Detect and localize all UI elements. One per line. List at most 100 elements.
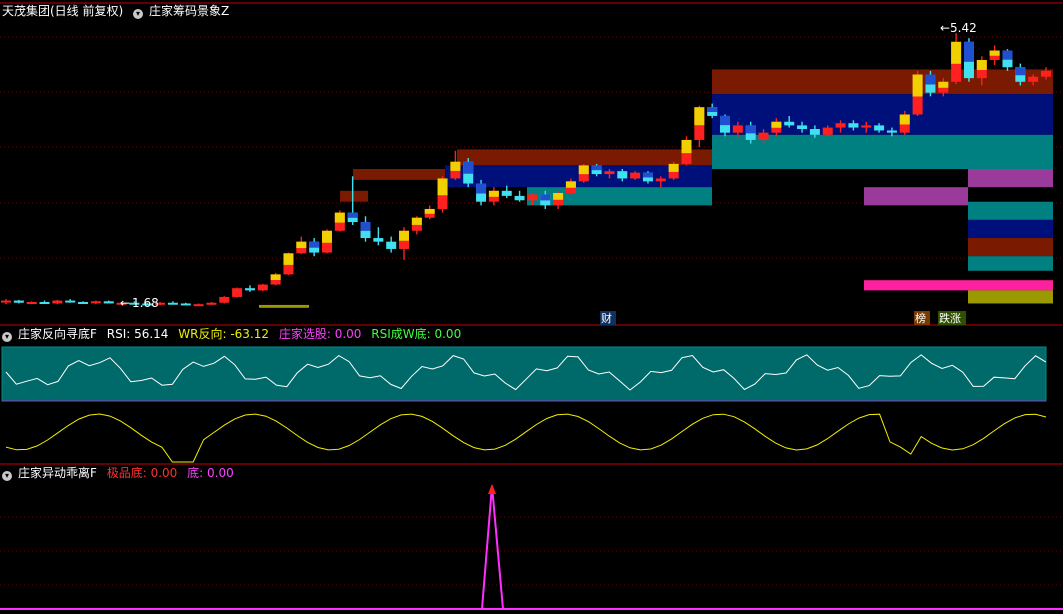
candle-highlight — [553, 192, 564, 200]
candle-highlight — [578, 165, 589, 175]
candle-highlight — [540, 194, 551, 201]
candle-body — [835, 123, 846, 128]
candle-highlight — [360, 222, 371, 231]
candle-highlight — [450, 161, 461, 171]
wr-value: WR反向: -63.12 — [178, 327, 270, 341]
rsi-value: RSI: 56.14 — [106, 327, 169, 341]
candle-body — [167, 302, 178, 305]
candle-body — [219, 296, 230, 303]
candle-highlight — [899, 114, 910, 125]
candle-body — [501, 190, 512, 196]
chip-zone-magenta — [864, 280, 1053, 291]
candle-body — [797, 125, 808, 130]
candle-body — [39, 302, 50, 305]
indicator-menu-icon[interactable]: ▾ — [2, 332, 12, 342]
candle-body — [886, 130, 897, 133]
tag-bang: 榜 — [915, 311, 926, 325]
chip-zone-olive — [259, 304, 309, 308]
price-low-arrow: ← — [120, 296, 130, 310]
candle-body — [90, 301, 101, 304]
candle-body — [78, 302, 89, 305]
candle-highlight — [411, 217, 422, 225]
wr-line — [5, 413, 1047, 463]
candle-body — [861, 125, 872, 128]
candle-body — [617, 171, 628, 179]
candle-body — [26, 302, 37, 305]
jpd-value: 极品底: 0.00 — [106, 466, 178, 480]
candle-highlight — [347, 212, 358, 218]
candle-highlight — [488, 190, 499, 197]
deviation-indicator-name[interactable]: 庄家异动乖离F — [18, 466, 97, 480]
rsi-panel-header: ▾ 庄家反向寻底F RSI: 56.14 WR反向: -63.12 庄家选股: 0… — [2, 325, 467, 343]
indicator-menu-icon[interactable]: ▾ — [133, 9, 144, 19]
rsi-panel-plot — [1, 346, 1047, 463]
candle-highlight — [925, 74, 936, 85]
candle-highlight — [1002, 50, 1013, 60]
indicator-menu-icon[interactable]: ▾ — [2, 471, 12, 481]
candle-highlight — [424, 208, 435, 214]
candle-body — [758, 132, 769, 140]
spike-arrow — [488, 484, 496, 494]
candle-body — [206, 302, 217, 305]
stock-title: 天茂集团(日线 前复权) — [2, 4, 124, 18]
candle-highlight — [989, 50, 1000, 56]
candle-body — [13, 300, 24, 303]
candle-highlight — [565, 181, 576, 188]
candle-body — [244, 288, 255, 291]
candle-highlight — [437, 178, 448, 196]
candle-body — [103, 301, 114, 304]
candle-highlight — [912, 74, 923, 97]
deviation-panel-plot — [0, 484, 1063, 610]
candle-body — [373, 238, 384, 242]
candle-body — [848, 123, 859, 128]
candle-body — [65, 300, 76, 303]
candle-highlight — [321, 230, 332, 243]
candle-highlight — [642, 172, 653, 178]
chart-canvas: 5.42 ← 1.68 ← 财 榜 跌涨 — [0, 2, 1063, 610]
rsi-band — [1, 346, 1047, 402]
candle-highlight — [951, 41, 962, 64]
candle-highlight — [296, 241, 307, 249]
price-low-label: 1.68 — [132, 296, 159, 310]
candle-highlight — [309, 241, 320, 248]
chip-zone-brown — [340, 190, 368, 202]
chip-zone-purple — [968, 169, 1053, 188]
rsiw-value: RSI成W底: 0.00 — [371, 327, 462, 341]
candle-highlight — [938, 81, 949, 88]
candle-body — [232, 288, 243, 297]
chip-zone-teal — [968, 201, 1053, 220]
candle-body — [527, 194, 538, 201]
main-indicator-name[interactable]: 庄家筹码景象Z — [149, 4, 229, 18]
candle-highlight — [476, 183, 487, 194]
candle-body — [809, 129, 820, 135]
candle-body — [1041, 70, 1051, 77]
rsi-indicator-name[interactable]: 庄家反向寻底F — [18, 327, 97, 341]
chip-zone-teal — [968, 256, 1053, 271]
candle-body — [822, 127, 833, 135]
candle-body — [784, 121, 795, 126]
candle-body — [604, 171, 615, 175]
candle-body — [514, 195, 525, 201]
deviation-spike — [481, 485, 504, 610]
chip-distribution-zones — [259, 69, 1053, 308]
price-high-label: 5.42 — [950, 21, 977, 35]
candle-highlight — [270, 274, 281, 280]
chip-zone-olive — [968, 290, 1053, 304]
candle-highlight — [681, 139, 692, 154]
candle-highlight — [720, 115, 731, 126]
candle-body — [630, 172, 641, 179]
candle-body — [1028, 76, 1039, 82]
candle-body — [386, 241, 397, 249]
candle-highlight — [745, 125, 756, 134]
candle-highlight — [694, 107, 705, 126]
candle-highlight — [668, 163, 679, 172]
candle-highlight — [283, 253, 294, 265]
candle-body — [52, 300, 63, 304]
tag-cai: 财 — [601, 311, 612, 325]
chip-zone-navy — [968, 219, 1053, 239]
candle-highlight — [591, 165, 602, 171]
candle-body — [732, 125, 743, 133]
deviation-panel-header: ▾ 庄家异动乖离F 极品底: 0.00 底: 0.00 — [2, 464, 240, 482]
chip-zone-purple — [864, 187, 968, 206]
tag-diezhang: 跌涨 — [939, 311, 961, 325]
